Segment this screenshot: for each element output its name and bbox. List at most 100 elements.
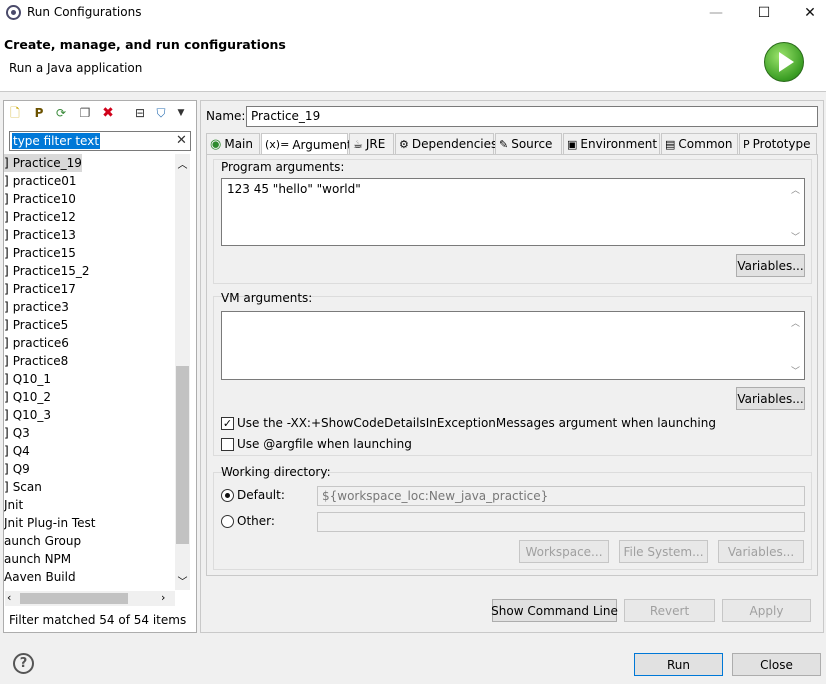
horizontal-scroll-thumb[interactable] (20, 593, 128, 604)
tree-item[interactable]: ] practice3 (4, 298, 69, 316)
tab-label: Dependencies (411, 137, 498, 151)
eclipse-app-icon (6, 5, 21, 20)
scroll-up-icon[interactable]: ︿ (791, 316, 800, 329)
default-directory-input: ${workspace_loc:New_java_practice} (317, 486, 805, 506)
tab-arguments[interactable]: (x)= Arguments (261, 133, 358, 155)
export-icon[interactable]: ⟳ (53, 105, 69, 121)
configuration-toolbar: 🗋 P ⟳ ❐ ✖ ⊟ ⛉ ▼ (4, 102, 194, 124)
configuration-name-input[interactable]: Practice_19 (246, 106, 818, 127)
use-argfile-checkbox[interactable] (221, 438, 234, 451)
banner-subtitle: Run a Java application (9, 61, 143, 75)
tree-item[interactable]: ] Q3 (4, 424, 30, 442)
tree-item[interactable]: aunch Group (4, 532, 81, 550)
view-menu-icon[interactable]: ▼ (173, 105, 189, 121)
collapse-all-icon[interactable]: ⊟ (132, 105, 148, 121)
other-directory-input[interactable] (317, 512, 805, 532)
tree-item[interactable]: ] Practice10 (4, 190, 76, 208)
java-app-icon: ] (4, 372, 9, 386)
tree-item[interactable]: ] Scan (4, 478, 42, 496)
scroll-left-icon[interactable]: ‹ (7, 591, 11, 604)
scroll-down-icon[interactable]: ﹀ (175, 573, 190, 588)
tree-item[interactable]: aunch NPM (4, 550, 71, 568)
program-arguments-scrollbar[interactable]: ︿ ﹀ (788, 179, 804, 245)
tab-main[interactable]: ◉ Main (206, 133, 260, 154)
program-arguments-value[interactable]: 123 45 "hello" "world" (227, 182, 361, 196)
tree-item[interactable]: ] Q10_1 (4, 370, 51, 388)
minimize-button[interactable]: — (693, 0, 739, 26)
scroll-down-icon[interactable]: ﹀ (791, 364, 800, 377)
revert-button[interactable]: Revert (624, 599, 715, 622)
duplicate-icon[interactable]: ❐ (77, 105, 93, 121)
main-tab-icon: ◉ (210, 136, 222, 152)
tab-label: JRE (365, 137, 386, 151)
program-variables-button[interactable]: Variables... (736, 254, 805, 277)
vm-variables-button[interactable]: Variables... (736, 387, 805, 410)
tree-item[interactable]: ] Practice8 (4, 352, 68, 370)
scroll-down-icon[interactable]: ﹀ (791, 230, 800, 243)
scroll-up-icon[interactable]: ︿ (791, 183, 800, 196)
program-arguments-label: Program arguments: (221, 160, 345, 174)
vm-arguments-textarea[interactable]: ︿ ﹀ (221, 311, 805, 380)
maximize-button[interactable]: ☐ (741, 0, 787, 26)
tree-vertical-scrollbar[interactable]: ︿ ﹀ (175, 154, 190, 590)
help-icon[interactable]: ? (13, 653, 34, 674)
scroll-up-icon[interactable]: ︿ (175, 156, 190, 171)
run-button[interactable]: Run (634, 653, 723, 676)
tree-item[interactable]: ] Practice5 (4, 316, 68, 334)
tree-item[interactable]: ] Q4 (4, 442, 30, 460)
tree-item[interactable]: Jnit (4, 496, 23, 514)
tree-item[interactable]: ] practice6 (4, 334, 69, 352)
tab-prototype[interactable]: P Prototype (739, 133, 817, 154)
java-app-icon: ] (4, 426, 9, 440)
show-command-line-button[interactable]: Show Command Line (491, 599, 618, 622)
tree-item[interactable]: ] Practice15_2 (4, 262, 90, 280)
tree-item[interactable]: ] Practice13 (4, 226, 76, 244)
java-app-icon: ] (4, 408, 9, 422)
show-code-details-checkbox[interactable]: ✓ (221, 417, 234, 430)
vm-arguments-scrollbar[interactable]: ︿ ﹀ (788, 312, 804, 379)
tab-label: Prototype (752, 137, 811, 151)
program-arguments-textarea[interactable]: 123 45 "hello" "world" ︿ ﹀ (221, 178, 805, 246)
tree-item[interactable]: ] Q9 (4, 460, 30, 478)
java-app-icon: ] (4, 246, 9, 260)
jre-tab-icon: ☕ (353, 137, 363, 151)
clear-filter-icon[interactable]: ✕ (176, 132, 187, 150)
use-argfile-label: Use @argfile when launching (237, 437, 412, 451)
filter-input[interactable]: type filter text ✕ (9, 131, 191, 151)
tree-item[interactable]: ] practice01 (4, 172, 76, 190)
filter-icon[interactable]: ⛉ (153, 105, 169, 121)
tree-item[interactable]: ] Practice12 (4, 208, 76, 226)
file-system-button[interactable]: File System... (619, 540, 708, 563)
scroll-right-icon[interactable]: › (161, 591, 165, 604)
filter-input-text[interactable]: type filter text (12, 133, 101, 149)
tree-item[interactable]: ] Q10_2 (4, 388, 51, 406)
tab-jre[interactable]: ☕ JRE (349, 133, 394, 154)
delete-icon[interactable]: ✖ (100, 105, 116, 121)
tree-item[interactable]: ] Practice_19 (4, 154, 82, 172)
vertical-scroll-thumb[interactable] (176, 366, 189, 544)
default-directory-radio[interactable] (221, 489, 234, 502)
new-configuration-icon[interactable]: 🗋 (7, 105, 23, 121)
apply-button[interactable]: Apply (722, 599, 811, 622)
other-directory-radio[interactable] (221, 515, 234, 528)
tab-environment[interactable]: ▣ Environment (563, 133, 660, 154)
default-directory-label: Default: (237, 488, 285, 502)
tree-item[interactable]: ] Practice15 (4, 244, 76, 262)
filter-status: Filter matched 54 of 54 items (9, 613, 187, 627)
tab-label: Common (678, 137, 733, 151)
tab-label: Main (224, 137, 253, 151)
tree-item[interactable]: Aaven Build (4, 568, 76, 586)
tab-source[interactable]: ✎ Source (495, 133, 562, 154)
new-prototype-icon[interactable]: P (31, 105, 47, 121)
workspace-button[interactable]: Workspace... (519, 540, 609, 563)
tab-dependencies[interactable]: ⚙ Dependencies (395, 133, 498, 154)
tree-horizontal-scrollbar[interactable]: ‹ › (5, 591, 175, 606)
tree-item[interactable]: ] Q10_3 (4, 406, 51, 424)
tree-item[interactable]: Jnit Plug-in Test (4, 514, 96, 532)
tree-item-label: practice3 (12, 300, 69, 314)
close-window-button[interactable]: ✕ (787, 0, 826, 26)
tree-item[interactable]: ] Practice17 (4, 280, 76, 298)
close-button[interactable]: Close (732, 653, 821, 676)
tab-common[interactable]: ▤ Common (661, 133, 738, 154)
directory-variables-button[interactable]: Variables... (718, 540, 804, 563)
